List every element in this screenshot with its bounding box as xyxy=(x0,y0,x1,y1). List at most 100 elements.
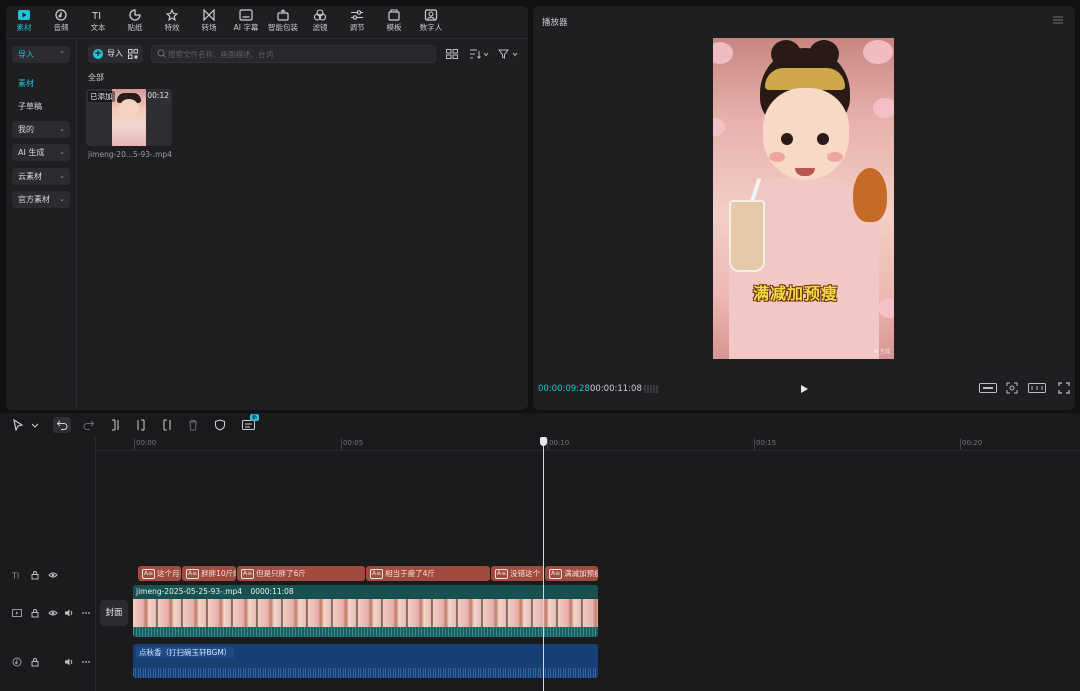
lock-icon[interactable] xyxy=(31,608,39,618)
text-clip-tag: A≡ xyxy=(370,569,384,579)
eye-icon[interactable] xyxy=(48,608,58,618)
text-clip-tag: A≡ xyxy=(186,569,200,579)
text-clip-label: 这个月我 xyxy=(157,569,181,578)
text-clip[interactable]: A≡这个月我 xyxy=(138,566,181,581)
tool-effects[interactable]: 特效 xyxy=(154,9,190,37)
audio-icon xyxy=(55,9,67,21)
text-clip[interactable]: A≡ 相当于瘦了4斤 xyxy=(366,566,490,581)
text-clip[interactable]: A≡胖胖10斤的 xyxy=(182,566,236,581)
tool-digital-human[interactable]: 数字人 xyxy=(413,9,449,37)
tool-adjust[interactable]: 调节 xyxy=(339,9,375,37)
sticker-icon xyxy=(129,9,141,21)
video-waveform xyxy=(133,627,598,637)
svg-text:TI: TI xyxy=(12,572,19,581)
added-badge: 已添加 xyxy=(88,91,115,102)
template-icon xyxy=(388,9,400,21)
media-panel: 素材 音频 TI 文本 贴纸 特效 转场 AI 字幕 智能包装 滤镜 调节 模板… xyxy=(6,6,528,410)
audio-clip-name: 点秋香（打扫碗玉轩BGM） xyxy=(136,647,235,658)
search-input[interactable]: 搜索文件名称、画面描述、台词 xyxy=(151,45,436,63)
sidebar-item-official[interactable]: 官方素材 ⌄ xyxy=(12,191,70,208)
import-button[interactable]: + 导入 xyxy=(88,45,143,63)
sidebar-item-media[interactable]: 素材 xyxy=(12,75,70,92)
fullscreen-icon[interactable] xyxy=(1058,382,1070,394)
qr-code-icon[interactable] xyxy=(128,49,138,59)
playhead[interactable] xyxy=(543,437,544,691)
video-filmstrip xyxy=(133,599,598,627)
delete-right-icon[interactable] xyxy=(161,419,173,431)
tool-audio[interactable]: 音频 xyxy=(43,9,79,37)
focus-icon[interactable] xyxy=(1006,382,1018,394)
timeline: 00:00 00:05 00:10 00:15 00:20 TI 封面 A≡ 这个… xyxy=(0,437,1080,691)
ruler-tick: 00:10 xyxy=(546,439,570,449)
sidebar-item-import[interactable]: 导入 ⌃ xyxy=(12,46,70,63)
chevron-up-icon: ⌃ xyxy=(59,50,65,58)
timecode-grid-icon[interactable] xyxy=(643,384,659,394)
chevron-down-icon[interactable] xyxy=(31,419,39,431)
play-icon[interactable] xyxy=(799,384,809,394)
text-clip[interactable]: A≡ 满减加预瘦 xyxy=(545,566,598,581)
sidebar-item-sub-draft[interactable]: 子草稿 xyxy=(12,98,70,115)
filter-funnel-icon[interactable] xyxy=(498,49,518,59)
tool-label: AI 字幕 xyxy=(233,23,259,32)
media-clip-thumbnail[interactable]: 已添加 00:12 xyxy=(86,89,172,146)
video-clip[interactable]: jimeng-2025-05-25-93-.mp4 0000:11:08 xyxy=(133,585,598,637)
text-clip-tag: A≡ xyxy=(549,569,563,579)
trash-icon[interactable] xyxy=(187,419,199,431)
ruler-tick: 00:15 xyxy=(753,439,777,449)
redo-icon[interactable] xyxy=(83,419,95,431)
grid-view-icon[interactable] xyxy=(446,49,458,59)
tool-filter[interactable]: 滤镜 xyxy=(302,9,338,37)
more-icon[interactable] xyxy=(81,608,91,618)
text-clip-label: 满减加预瘦 xyxy=(564,569,598,578)
cover-button[interactable]: 封面 xyxy=(100,600,128,626)
text-clip-label: 相当于瘦了4斤 xyxy=(385,569,435,578)
split-icon[interactable] xyxy=(109,419,121,431)
select-pointer-icon[interactable] xyxy=(12,419,24,431)
video-preview[interactable]: 满减加预瘦 AI 生成 xyxy=(713,38,894,359)
tool-media[interactable]: 素材 xyxy=(6,9,42,37)
video-clip-header: jimeng-2025-05-25-93-.mp4 0000:11:08 xyxy=(133,585,598,599)
media-sidebar: 导入 ⌃ 素材 子草稿 我的 ⌄ AI 生成 ⌄ 云素材 ⌄ 官方素材 ⌄ xyxy=(6,39,77,410)
lock-icon[interactable] xyxy=(31,570,39,580)
tool-transition[interactable]: 转场 xyxy=(191,9,227,37)
tool-label: 音频 xyxy=(53,23,69,32)
playhead-handle[interactable] xyxy=(540,437,547,446)
more-icon[interactable] xyxy=(81,657,91,667)
eye-icon[interactable] xyxy=(48,570,58,580)
sidebar-item-mine[interactable]: 我的 ⌄ xyxy=(12,121,70,138)
undo-button[interactable] xyxy=(53,417,71,433)
effects-icon xyxy=(165,9,179,21)
ai-caption-icon xyxy=(239,9,253,21)
tool-smart-package[interactable]: 智能包装 xyxy=(265,9,301,37)
media-icon xyxy=(18,10,30,20)
volume-icon[interactable] xyxy=(64,608,74,618)
sidebar-item-ai-generate[interactable]: AI 生成 ⌄ xyxy=(12,144,70,161)
shield-icon[interactable] xyxy=(214,419,226,431)
clip-filename: jimeng-20...5-93-.mp4 xyxy=(88,150,172,159)
sidebar-item-cloud[interactable]: 云素材 ⌄ xyxy=(12,168,70,185)
delete-left-icon[interactable] xyxy=(135,419,147,431)
lock-icon[interactable] xyxy=(31,657,39,667)
tool-template[interactable]: 模板 xyxy=(376,9,412,37)
original-ratio-icon[interactable] xyxy=(979,382,997,394)
text-clip[interactable]: A≡ 没错这个 xyxy=(491,566,544,581)
menu-icon[interactable] xyxy=(1053,16,1063,24)
ruler-tick: 00:20 xyxy=(959,439,983,449)
text-clip-tag: A≡ xyxy=(142,569,156,579)
audio-clip[interactable]: 点秋香（打扫碗玉轩BGM） xyxy=(133,644,598,678)
text-clip-label: 胖胖10斤的 xyxy=(201,569,236,578)
time-ruler[interactable]: 00:00 00:05 00:10 00:15 00:20 xyxy=(96,437,1080,451)
tool-text[interactable]: TI 文本 xyxy=(80,9,116,37)
sort-icon[interactable] xyxy=(469,49,489,59)
tool-label: 智能包装 xyxy=(268,23,298,32)
text-clip-tag: A≡ xyxy=(241,569,255,579)
chevron-down-icon: ⌄ xyxy=(59,148,65,156)
tool-ai-caption[interactable]: AI 字幕 xyxy=(228,9,264,37)
ratio-icon[interactable] xyxy=(1028,382,1046,394)
svg-text:TI: TI xyxy=(91,11,101,21)
tool-label: 模板 xyxy=(386,23,402,32)
search-placeholder: 搜索文件名称、画面描述、台词 xyxy=(168,50,273,59)
text-clip[interactable]: A≡ 但是只胖了6斤 xyxy=(237,566,365,581)
volume-icon[interactable] xyxy=(64,657,74,667)
tool-sticker[interactable]: 贴纸 xyxy=(117,9,153,37)
